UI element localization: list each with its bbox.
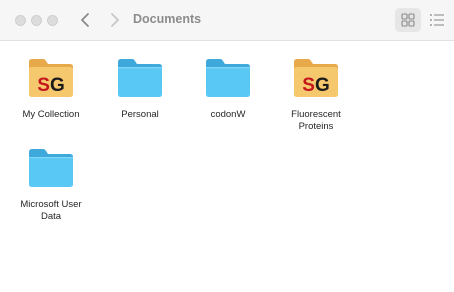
file-item-microsoft-user-data[interactable]: Microsoft User Data [11,146,91,223]
chevron-left-icon[interactable] [77,11,95,29]
chevron-right-icon[interactable] [105,11,123,29]
snapgene-folder-icon: SG [294,59,338,97]
window-title: Documents [133,12,202,26]
file-item-fluorescent-proteins[interactable]: SG Fluorescent Proteins [276,56,356,133]
file-label: Microsoft User Data [20,199,82,222]
grid-view-icon[interactable] [395,8,421,32]
file-label: My Collection [22,109,80,120]
folder-icon [29,149,73,187]
close-window-button[interactable] [15,15,26,26]
svg-text:SG: SG [37,75,64,96]
zoom-window-button[interactable] [47,15,58,26]
svg-text:SG: SG [302,75,329,96]
file-item-codonw[interactable]: codonW [188,56,268,121]
minimize-window-button[interactable] [31,15,42,26]
folder-icon [118,59,162,97]
snapgene-folder-icon: SG [29,59,73,97]
toolbar: Documents [0,0,454,41]
file-label: Personal [121,109,159,120]
file-label: codonW [210,109,246,120]
file-item-personal[interactable]: Personal [100,56,180,121]
file-label: Fluorescent Proteins [291,109,341,132]
file-item-my-collection[interactable]: SG My Collection [11,56,91,121]
folder-icon [206,59,250,97]
list-view-icon[interactable] [428,12,446,28]
finder-window: Documents SG My Collection Personal codo… [0,0,454,292]
